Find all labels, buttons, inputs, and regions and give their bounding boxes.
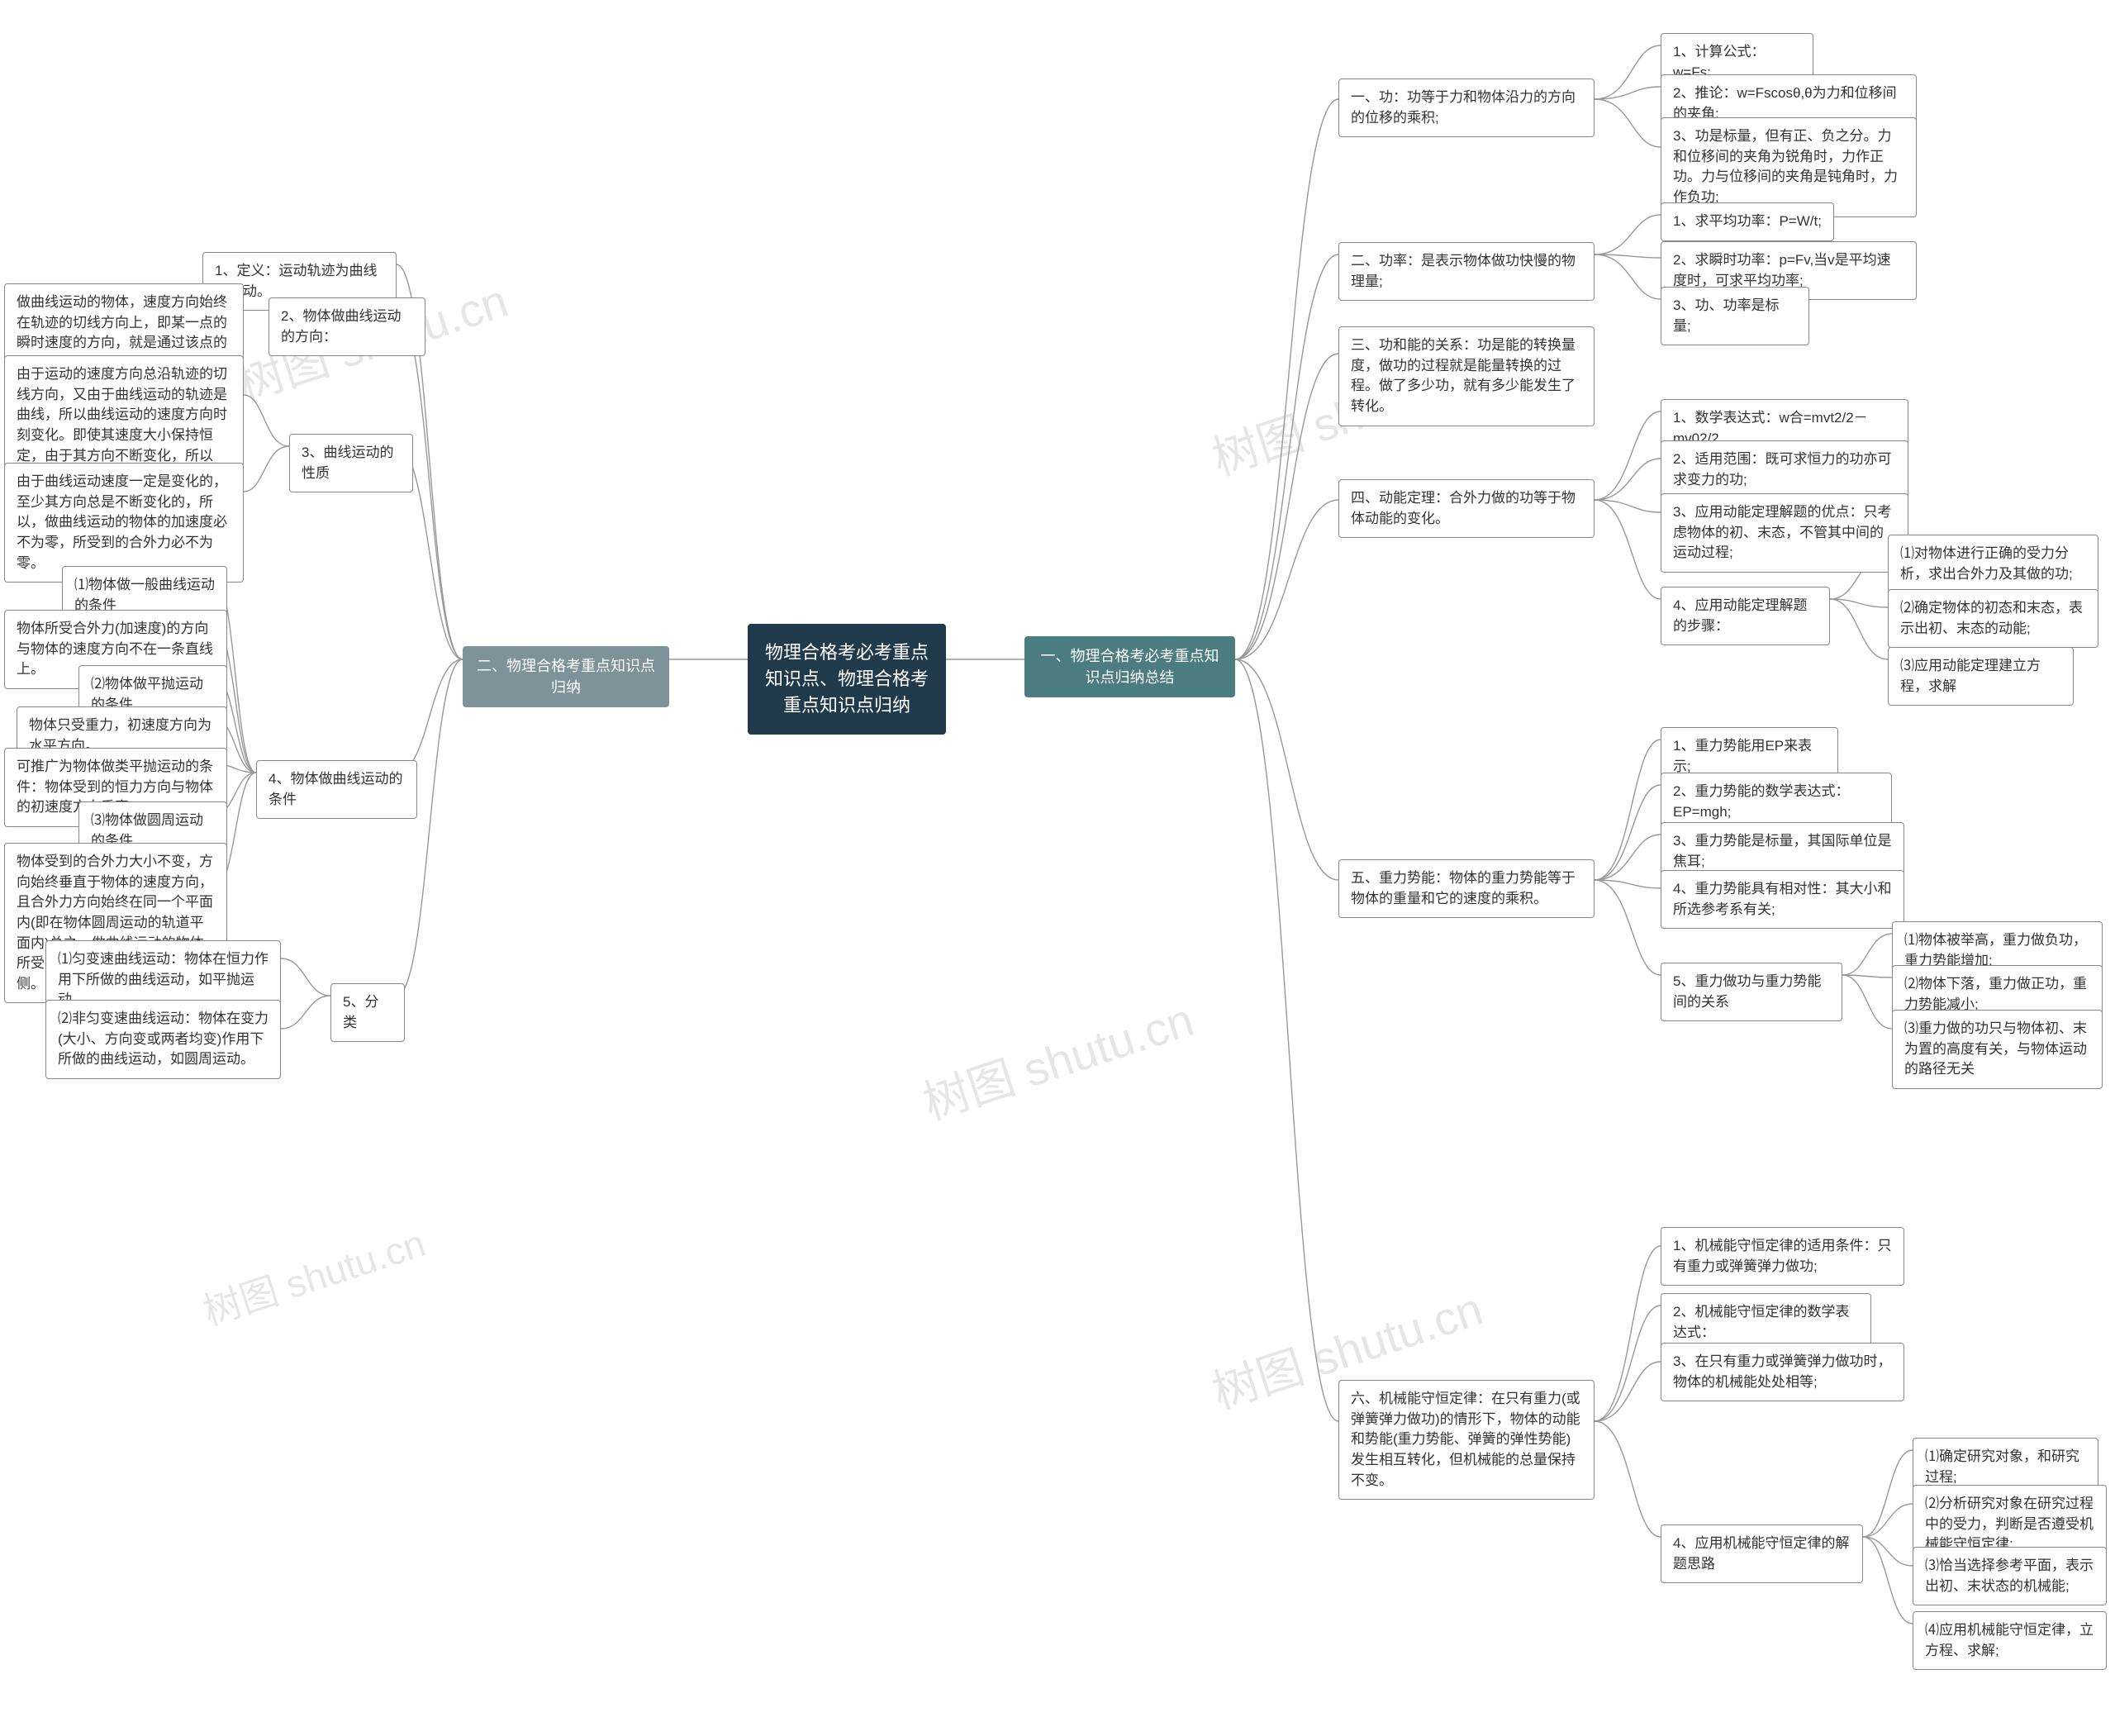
section1-node[interactable]: 一、物理合格考必考重点知识点归纳总结 bbox=[1024, 636, 1235, 697]
c3-heading[interactable]: 3、曲线运动的性质 bbox=[289, 434, 413, 492]
t6-l4c[interactable]: ⑶恰当选择参考平面，表示出初、末状态的机械能; bbox=[1913, 1547, 2107, 1605]
c5-n2[interactable]: ⑵非匀变速曲线运动：物体在变力(大小、方向变或两者均变)作用下所做的曲线运动，如… bbox=[45, 1000, 281, 1079]
t1-heading[interactable]: 一、功：功等于力和物体沿力的方向的位移的乘积; bbox=[1338, 78, 1595, 137]
watermark: 树图 shutu.cn bbox=[914, 983, 1201, 1134]
c5-heading[interactable]: 5、分类 bbox=[330, 983, 405, 1042]
c2-heading[interactable]: 2、物体做曲线运动的方向： bbox=[269, 297, 425, 356]
c4-heading[interactable]: 4、物体做曲线运动的条件 bbox=[256, 760, 417, 819]
t6-l1[interactable]: 1、机械能守恒定律的适用条件：只有重力或弹簧弹力做功; bbox=[1661, 1227, 1904, 1286]
t4-l4c[interactable]: ⑶应用动能定理建立方程，求解 bbox=[1888, 647, 2074, 706]
t5-heading[interactable]: 五、重力势能：物体的重力势能等于物体的重量和它的速度的乘积。 bbox=[1338, 859, 1595, 918]
t5-l5[interactable]: 5、重力做功与重力势能间的关系 bbox=[1661, 963, 1842, 1021]
t3-heading[interactable]: 三、功和能的关系：功是能的转换量度，做功的过程就是能量转换的过程。做了多少功，就… bbox=[1338, 326, 1595, 426]
t6-l4[interactable]: 4、应用机械能守恒定律的解题思路 bbox=[1661, 1524, 1863, 1583]
t4-heading[interactable]: 四、动能定理：合外力做的功等于物体动能的变化。 bbox=[1338, 479, 1595, 538]
root-node[interactable]: 物理合格考必考重点知识点、物理合格考重点知识点归纳 bbox=[748, 624, 946, 735]
t2-heading[interactable]: 二、功率：是表示物体做功快慢的物理量; bbox=[1338, 242, 1595, 301]
t6-l3[interactable]: 3、在只有重力或弹簧弹力做功时，物体的机械能处处相等; bbox=[1661, 1343, 1904, 1401]
t4-l2[interactable]: 2、适用范围：既可求恒力的功亦可求变力的功; bbox=[1661, 440, 1908, 499]
t5-l5c[interactable]: ⑶重力做的功只与物体初、末为置的高度有关，与物体运动的路径无关 bbox=[1892, 1010, 2103, 1089]
t4-l3[interactable]: 3、应用动能定理解题的优点：只考虑物体的初、末态，不管其中间的运动过程; bbox=[1661, 493, 1908, 573]
t2-l1[interactable]: 1、求平均功率：P=W/t; bbox=[1661, 202, 1834, 241]
t4-l4a[interactable]: ⑴对物体进行正确的受力分析，求出合外力及其做的功; bbox=[1888, 535, 2098, 593]
c3-n2[interactable]: 由于曲线运动速度一定是变化的，至少其方向总是不断变化的，所以，做曲线运动的物体的… bbox=[4, 463, 244, 583]
section2-node[interactable]: 二、物理合格考重点知识点归纳 bbox=[463, 646, 669, 707]
t4-l4b[interactable]: ⑵确定物体的初态和末态，表示出初、末态的动能; bbox=[1888, 589, 2098, 648]
mindmap-canvas: 树图 shutu.cn 树图 shutu.cn 树图 shutu.cn 树图 s… bbox=[0, 0, 2115, 1736]
t6-heading[interactable]: 六、机械能守恒定律：在只有重力(或弹簧弹力做功)的情形下，物体的动能和势能(重力… bbox=[1338, 1380, 1595, 1500]
t6-l4d[interactable]: ⑷应用机械能守恒定律，立方程、求解; bbox=[1913, 1611, 2107, 1670]
t2-l3[interactable]: 3、功、功率是标量; bbox=[1661, 287, 1809, 345]
t4-l4[interactable]: 4、应用动能定理解题的步骤： bbox=[1661, 587, 1830, 645]
watermark: 树图 shutu.cn bbox=[196, 1214, 431, 1337]
t5-l4[interactable]: 4、重力势能具有相对性：其大小和所选参考系有关; bbox=[1661, 870, 1904, 929]
